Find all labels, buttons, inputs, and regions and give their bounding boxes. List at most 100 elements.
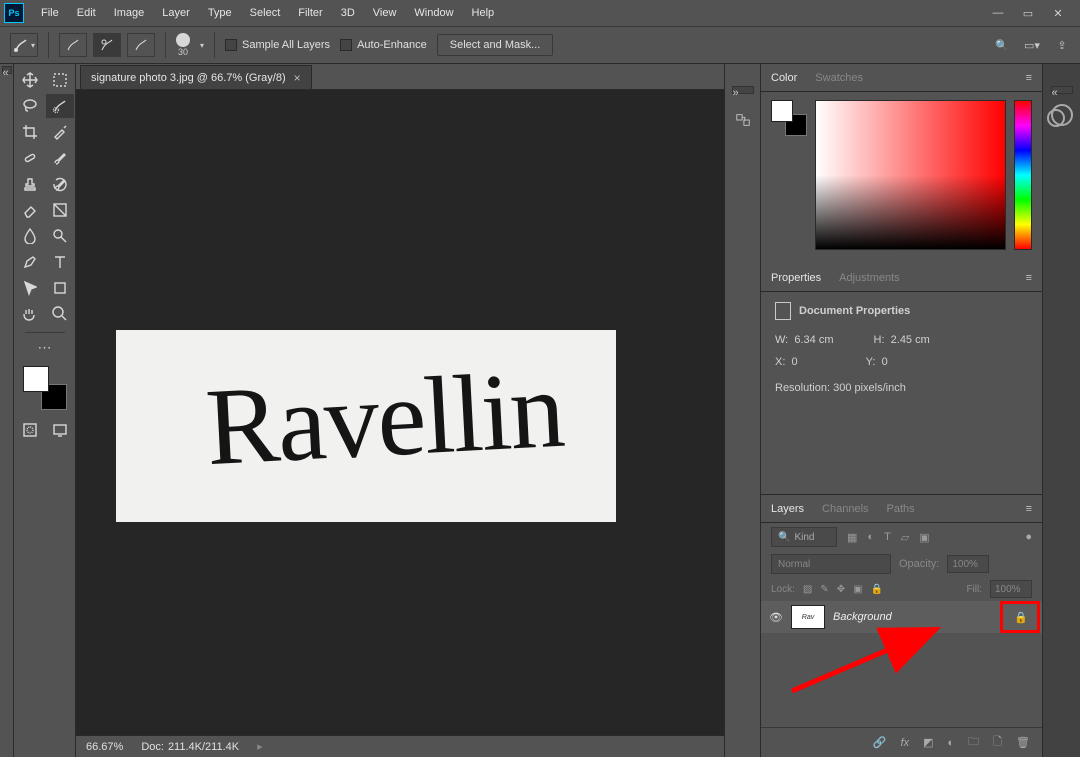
type-tool[interactable] <box>46 250 74 274</box>
screen-mode-tool[interactable] <box>46 418 74 442</box>
brush-preset[interactable]: 30 <box>176 33 190 57</box>
filter-smart-icon[interactable]: ▣ <box>919 531 929 544</box>
adjustment-layer-icon[interactable]: ◐ <box>948 737 955 749</box>
document-tab[interactable]: signature photo 3.jpg @ 66.7% (Gray/8) × <box>80 65 312 89</box>
menu-file[interactable]: File <box>32 0 68 26</box>
subtract-selection-icon[interactable] <box>93 33 121 57</box>
canvas[interactable]: Ravellin <box>116 330 616 522</box>
lock-position-icon[interactable]: ✥ <box>837 584 845 595</box>
menu-window[interactable]: Window <box>405 0 462 26</box>
share-icon[interactable]: ⇪ <box>1054 37 1070 53</box>
new-group-icon[interactable]: 🗀 <box>968 733 979 752</box>
move-tool[interactable] <box>16 68 44 92</box>
add-selection-icon[interactable] <box>59 33 87 57</box>
menu-edit[interactable]: Edit <box>68 0 105 26</box>
menu-select[interactable]: Select <box>241 0 290 26</box>
menu-view[interactable]: View <box>364 0 406 26</box>
filter-pixel-icon[interactable]: ▦ <box>847 531 857 544</box>
layer-name[interactable]: Background <box>833 611 892 623</box>
more-tools-icon[interactable]: ⋯ <box>38 339 52 356</box>
dock-grip-icon[interactable]: « <box>2 66 12 74</box>
canvas-viewport[interactable]: Ravellin <box>76 90 724 735</box>
menu-image[interactable]: Image <box>105 0 154 26</box>
channels-tab[interactable]: Channels <box>822 503 868 515</box>
gradient-tool[interactable] <box>46 198 74 222</box>
close-tab-icon[interactable]: × <box>294 71 301 85</box>
blend-mode-select[interactable]: Normal <box>771 554 891 574</box>
path-selection-tool[interactable] <box>16 276 44 300</box>
quick-selection-tool[interactable] <box>46 94 74 118</box>
lasso-tool[interactable] <box>16 94 44 118</box>
menu-filter[interactable]: Filter <box>289 0 331 26</box>
menu-layer[interactable]: Layer <box>153 0 199 26</box>
search-icon[interactable]: 🔍 <box>994 37 1010 53</box>
lock-artboard-icon[interactable]: ▣ <box>853 584 862 595</box>
menu-3d[interactable]: 3D <box>332 0 364 26</box>
layer-thumbnail[interactable]: Rav <box>791 605 825 629</box>
crop-tool[interactable] <box>16 120 44 144</box>
eyedropper-tool[interactable] <box>46 120 74 144</box>
sample-all-layers-checkbox[interactable]: Sample All Layers <box>225 39 330 51</box>
shape-tool[interactable] <box>46 276 74 300</box>
hue-slider[interactable] <box>1014 100 1032 250</box>
new-layer-icon[interactable]: 🗋 <box>993 733 1002 752</box>
delete-layer-icon[interactable]: 🗑 <box>1016 736 1030 749</box>
stamp-tool[interactable] <box>16 172 44 196</box>
color-tab[interactable]: Color <box>771 72 797 84</box>
properties-tab[interactable]: Properties <box>771 272 821 284</box>
foreground-color-swatch[interactable] <box>23 366 49 392</box>
dock-grip-icon[interactable]: « <box>1051 86 1073 94</box>
layer-row-background[interactable]: 👁 Rav Background 🔒 <box>761 601 1042 633</box>
zoom-tool[interactable] <box>46 302 74 326</box>
layers-tab[interactable]: Layers <box>771 503 804 515</box>
lock-all-icon[interactable]: 🔒 <box>871 584 883 595</box>
panel-color-swatches[interactable] <box>771 100 807 136</box>
select-and-mask-button[interactable]: Select and Mask... <box>437 34 554 56</box>
status-flyout-icon[interactable]: ▸ <box>257 740 263 753</box>
hand-tool[interactable] <box>16 302 44 326</box>
swatches-tab[interactable]: Swatches <box>815 72 863 84</box>
blur-tool[interactable] <box>16 224 44 248</box>
close-icon[interactable]: ✕ <box>1050 7 1066 20</box>
adjustments-tab[interactable]: Adjustments <box>839 272 900 284</box>
opacity-field[interactable]: 100% <box>947 555 989 573</box>
color-field[interactable] <box>815 100 1006 250</box>
layer-filter-kind[interactable]: 🔍 Kind <box>771 527 837 547</box>
panel-menu-icon[interactable]: ≡ <box>1026 503 1032 515</box>
workspace-icon[interactable]: ▭▾ <box>1024 37 1040 53</box>
quick-mask-tool[interactable] <box>16 418 44 442</box>
layer-effects-icon[interactable]: fx <box>901 737 910 749</box>
brush-tool[interactable] <box>46 146 74 170</box>
pen-tool[interactable] <box>16 250 44 274</box>
minimize-icon[interactable]: — <box>990 7 1006 20</box>
marquee-tool[interactable] <box>46 68 74 92</box>
current-tool-icon[interactable]: ▾ <box>10 33 38 57</box>
visibility-toggle-icon[interactable]: 👁 <box>769 611 783 624</box>
panel-menu-icon[interactable]: ≡ <box>1026 272 1032 284</box>
layer-lock-icon[interactable]: 🔒 <box>1008 604 1034 630</box>
color-swatches[interactable] <box>23 366 67 410</box>
link-layers-icon[interactable]: 🔗 <box>873 736 887 749</box>
lock-pixels-icon[interactable]: ✎ <box>820 584 828 595</box>
filter-adjustment-icon[interactable]: ◐ <box>867 531 874 544</box>
dock-grip-icon[interactable]: » <box>732 86 754 94</box>
dodge-tool[interactable] <box>46 224 74 248</box>
filter-type-icon[interactable]: T <box>884 531 891 544</box>
menu-type[interactable]: Type <box>199 0 241 26</box>
creative-cloud-icon[interactable] <box>1051 104 1073 126</box>
history-panel-icon[interactable] <box>735 112 751 128</box>
foreground-color-swatch[interactable] <box>771 100 793 122</box>
filter-shape-icon[interactable]: ▱ <box>901 531 909 544</box>
paths-tab[interactable]: Paths <box>887 503 915 515</box>
maximize-icon[interactable]: ▭ <box>1020 7 1036 20</box>
zoom-value[interactable]: 66.67% <box>86 741 123 753</box>
add-mask-icon[interactable]: ◩ <box>923 736 933 749</box>
filter-toggle-icon[interactable]: ● <box>1025 531 1032 543</box>
menu-help[interactable]: Help <box>463 0 504 26</box>
eraser-tool[interactable] <box>16 198 44 222</box>
history-brush-tool[interactable] <box>46 172 74 196</box>
lock-transparency-icon[interactable]: ▨ <box>803 584 812 595</box>
intersect-selection-icon[interactable] <box>127 33 155 57</box>
fill-field[interactable]: 100% <box>990 580 1032 598</box>
auto-enhance-checkbox[interactable]: Auto-Enhance <box>340 39 427 51</box>
